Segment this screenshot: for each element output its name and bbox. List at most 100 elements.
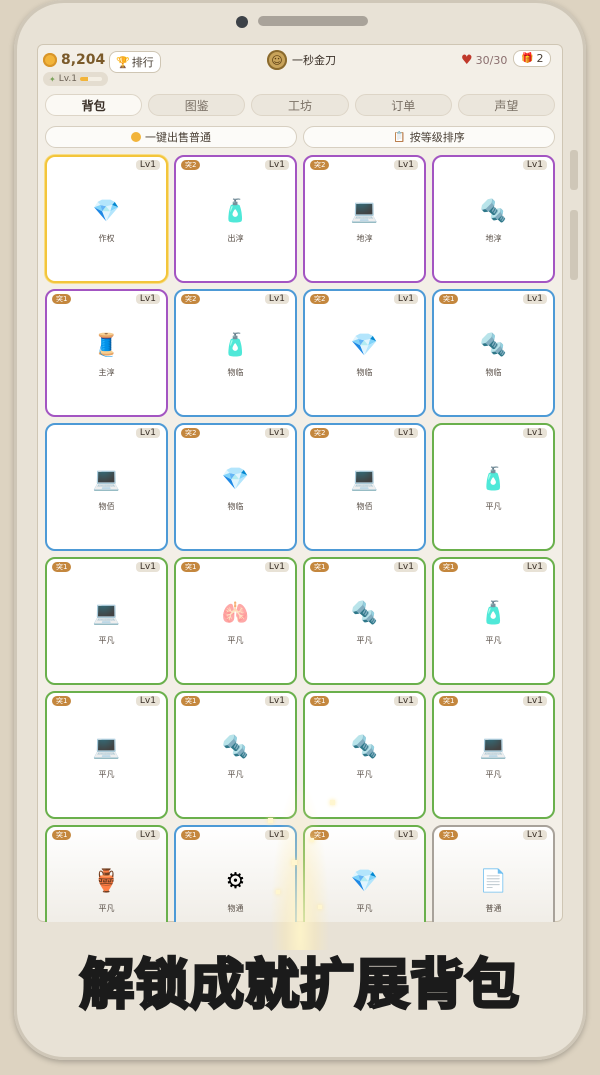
inventory-slot[interactable]: 突1 Lv1 💻 平凡	[45, 691, 168, 819]
level-indicator: ✦ Lv.1	[43, 72, 108, 86]
tab-workshop[interactable]: 工坊	[251, 94, 349, 116]
item-level: Lv1	[264, 294, 289, 304]
inventory-slot[interactable]: 突2 Lv1 💎 物临	[303, 289, 426, 417]
inventory-slot[interactable]: 突1 Lv1 ⚙ 物通	[174, 825, 297, 922]
document-icon: 📄	[479, 869, 508, 894]
bolt-icon: 🔩	[479, 199, 508, 224]
camera-icon	[236, 16, 248, 28]
inventory-slot[interactable]: Lv1 💻 物佰	[45, 423, 168, 551]
breakthrough-badge: 突1	[310, 696, 330, 706]
inventory-slot[interactable]: 突1 Lv1 🏺 平凡	[45, 825, 168, 922]
action-bar: 一键出售普通 📋 按等级排序	[45, 126, 555, 148]
inventory-slot[interactable]: 突1 Lv1 🔩 物临	[432, 289, 555, 417]
item-quality-label: 地淳	[485, 234, 502, 243]
player-name: 一秒金刀	[292, 54, 336, 67]
inventory-slot[interactable]: 突2 Lv1 💻 地淳	[303, 155, 426, 283]
speaker-grille	[258, 16, 368, 26]
inventory-slot[interactable]: 突2 Lv1 🧴 出淳	[174, 155, 297, 283]
lungs-icon: 🫁	[221, 601, 250, 626]
tab-orders[interactable]: 订单	[354, 94, 452, 116]
item-level: Lv1	[264, 696, 289, 706]
item-quality-label: 地淳	[356, 234, 373, 243]
bolt-icon: 🔩	[350, 601, 379, 626]
inventory-slot[interactable]: Lv1 💎 作权	[45, 155, 168, 283]
heart-icon: ♥	[461, 53, 473, 68]
laptop-icon: 💻	[350, 199, 379, 224]
level-label: Lv.1	[58, 74, 77, 84]
level-progress-bar	[79, 77, 102, 81]
inventory-slot[interactable]: 突1 Lv1 🔩 平凡	[303, 691, 426, 819]
item-level: Lv1	[135, 294, 160, 304]
breakthrough-badge: 突2	[310, 160, 330, 170]
item-quality-label: 平凡	[356, 636, 373, 645]
diamond-icon: 💎	[221, 467, 250, 492]
amphora-icon: 🏺	[92, 869, 121, 894]
trophy-icon: 🏆	[116, 55, 130, 69]
sort-button[interactable]: 📋 按等级排序	[303, 126, 555, 148]
gift-button[interactable]: 🎁 2	[513, 50, 552, 67]
item-level: Lv1	[393, 696, 418, 706]
rank-label: 排行	[131, 56, 154, 69]
diamond-icon: 💎	[92, 199, 121, 224]
item-quality-label: 作权	[98, 234, 115, 243]
inventory-slot[interactable]: 突2 Lv1 💻 物佰	[303, 423, 426, 551]
bolt-icon: 🔩	[221, 735, 250, 760]
item-quality-label: 物临	[485, 368, 502, 377]
inventory-slot[interactable]: 突1 Lv1 🧵 主淳	[45, 289, 168, 417]
item-quality-label: 平凡	[98, 770, 115, 779]
inventory-slot[interactable]: 突2 Lv1 💎 物临	[174, 423, 297, 551]
breakthrough-badge: 突1	[181, 696, 201, 706]
lotion-bottle-icon: 🧴	[479, 467, 508, 492]
diamond-icon: 💎	[350, 869, 379, 894]
sell-all-label: 一键出售普通	[145, 131, 211, 144]
lotion-bottle-icon: 🧴	[221, 333, 250, 358]
inventory-slot[interactable]: 突1 Lv1 💻 平凡	[45, 557, 168, 685]
item-quality-label: 物佰	[356, 502, 373, 511]
item-quality-label: 平凡	[485, 636, 502, 645]
breakthrough-badge: 突2	[181, 160, 201, 170]
breakthrough-badge: 突1	[310, 562, 330, 572]
inventory-grid: Lv1 💎 作权 突2 Lv1 🧴 出淳 突2 Lv1 💻 地淳 Lv1 🔩 地淳 突1 Lv1 🧵 主淳 突2 Lv…	[45, 155, 557, 922]
inventory-slot[interactable]: 突2 Lv1 🧴 物临	[174, 289, 297, 417]
inventory-slot[interactable]: 突1 Lv1 💻 平凡	[432, 691, 555, 819]
inventory-slot[interactable]: Lv1 🧴 平凡	[432, 423, 555, 551]
diamond-icon: 💎	[350, 333, 379, 358]
item-quality-label: 平凡	[98, 636, 115, 645]
rank-button[interactable]: 🏆 排行	[109, 51, 161, 73]
avatar[interactable]: ☺	[267, 50, 287, 70]
inventory-slot[interactable]: 突1 Lv1 🫁 平凡	[174, 557, 297, 685]
item-level: Lv1	[393, 160, 418, 170]
tab-collection[interactable]: 图鉴	[148, 94, 246, 116]
inventory-slot[interactable]: 突1 Lv1 🔩 平凡	[174, 691, 297, 819]
item-quality-label: 普通	[485, 904, 502, 913]
promo-caption: 解锁成就扩展背包	[79, 952, 521, 1018]
breakthrough-badge: 突2	[310, 428, 330, 438]
item-quality-label: 平凡	[356, 770, 373, 779]
inventory-slot[interactable]: 突1 Lv1 🔩 平凡	[303, 557, 426, 685]
player-info[interactable]: ☺ 一秒金刀	[267, 50, 336, 70]
item-level: Lv1	[135, 160, 160, 170]
bolt-icon: 🔩	[350, 735, 379, 760]
item-level: Lv1	[522, 160, 547, 170]
sell-all-button[interactable]: 一键出售普通	[45, 126, 297, 148]
item-quality-label: 平凡	[356, 904, 373, 913]
breakthrough-badge: 突1	[439, 830, 459, 840]
breakthrough-badge: 突1	[439, 696, 459, 706]
inventory-slot[interactable]: 突1 Lv1 📄 普通	[432, 825, 555, 922]
breakthrough-badge: 突2	[310, 294, 330, 304]
breakthrough-badge: 突2	[181, 428, 201, 438]
breakthrough-badge: 突1	[181, 830, 201, 840]
item-level: Lv1	[393, 830, 418, 840]
item-level: Lv1	[522, 294, 547, 304]
laptop-icon: 💻	[92, 735, 121, 760]
gift-icon: 🎁	[521, 53, 534, 64]
tab-backpack[interactable]: 背包	[45, 94, 143, 116]
inventory-slot[interactable]: Lv1 🔩 地淳	[432, 155, 555, 283]
sprout-icon: ✦	[49, 74, 56, 84]
clipboard-icon: 📋	[393, 131, 406, 143]
tab-reputation[interactable]: 声望	[457, 94, 556, 116]
item-level: Lv1	[393, 294, 418, 304]
breakthrough-badge: 突1	[439, 562, 459, 572]
breakthrough-badge: 突1	[52, 294, 72, 304]
inventory-slot[interactable]: 突1 Lv1 🧴 平凡	[432, 557, 555, 685]
